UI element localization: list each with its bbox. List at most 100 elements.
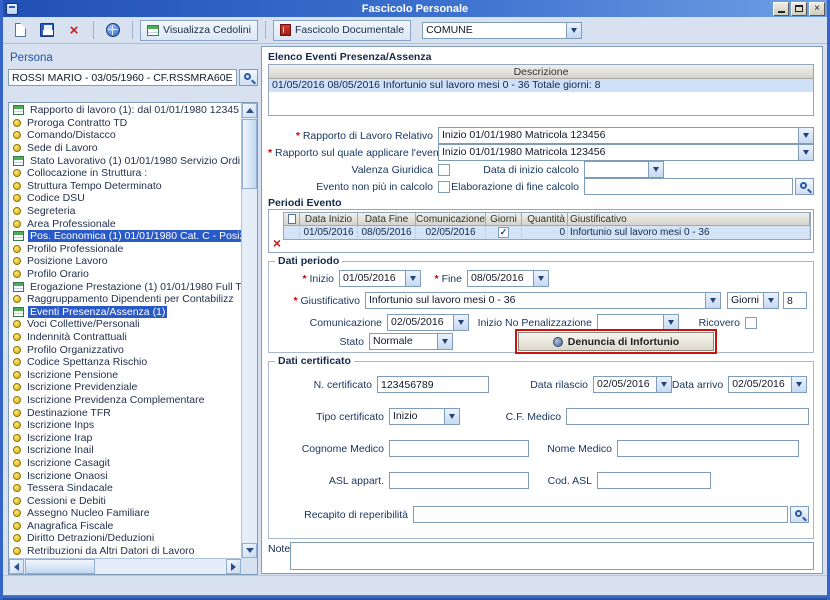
- n-certificato-input[interactable]: [377, 376, 489, 393]
- chevron-down-icon[interactable]: [533, 271, 548, 286]
- col-data-fine[interactable]: Data Fine: [358, 213, 416, 226]
- chevron-down-icon[interactable]: [663, 315, 678, 330]
- tree-item[interactable]: Area Professionale: [13, 217, 241, 230]
- tree-item[interactable]: Iscrizione Previdenziale: [13, 381, 241, 394]
- tree-item[interactable]: Cessioni e Debiti: [13, 494, 241, 507]
- chevron-down-icon[interactable]: [453, 315, 468, 330]
- giorni-checkbox[interactable]: ✓: [498, 227, 509, 238]
- chevron-down-icon[interactable]: [705, 293, 720, 308]
- tree-item[interactable]: Diritto Detrazioni/Deduzioni: [13, 532, 241, 545]
- evento-list-row[interactable]: 01/05/2016 08/05/2016 Infortunio sul lav…: [269, 79, 813, 92]
- rapporto-relativo-combobox[interactable]: Inizio 01/01/1980 Matricola 123456: [438, 127, 814, 144]
- col-comunicazione[interactable]: Comunicazione: [416, 213, 486, 226]
- stato-combobox[interactable]: Normale: [369, 333, 453, 350]
- tree-item[interactable]: Iscrizione Inail: [13, 444, 241, 457]
- tree-item[interactable]: Erogazione Prestazione (1) 01/01/1980 Fu…: [13, 280, 241, 293]
- comunicazione-combobox[interactable]: 02/05/2016: [387, 314, 469, 331]
- tree-item[interactable]: Iscrizione Inps: [13, 419, 241, 432]
- tree-item[interactable]: Collocazione in Struttura :: [13, 167, 241, 180]
- tree-item[interactable]: Raggruppamento Dipendenti per Contabiliz…: [13, 293, 241, 306]
- close-button[interactable]: ×: [809, 2, 825, 16]
- delete-periodo-button[interactable]: ×: [270, 235, 284, 251]
- data-inizio-calcolo-combobox[interactable]: [584, 161, 664, 178]
- new-button[interactable]: [8, 19, 32, 41]
- data-rilascio-combobox[interactable]: 02/05/2016: [593, 376, 672, 393]
- tree-item[interactable]: Destinazione TFR: [13, 406, 241, 419]
- tree-item[interactable]: Anagrafica Fiscale: [13, 520, 241, 533]
- tree-item[interactable]: Indennità Contrattuali: [13, 331, 241, 344]
- persona-input[interactable]: [8, 69, 237, 86]
- data-arrivo-combobox[interactable]: 02/05/2016: [728, 376, 807, 393]
- maximize-button[interactable]: [791, 2, 807, 16]
- tree-horizontal-scrollbar[interactable]: [9, 558, 241, 574]
- tree-item[interactable]: Comando/Distacco: [13, 129, 241, 142]
- vertical-scroll-thumb[interactable]: [242, 119, 257, 189]
- tree-item[interactable]: Profilo Organizzativo: [13, 343, 241, 356]
- horizontal-scroll-thumb[interactable]: [25, 559, 95, 574]
- cognome-medico-input[interactable]: [389, 440, 529, 457]
- tree-item[interactable]: Rapporto di lavoro (1): dal 01/01/1980 1…: [13, 104, 241, 117]
- tree-item[interactable]: Posizione Lavoro: [13, 255, 241, 268]
- col-giorni[interactable]: Giorni: [486, 213, 522, 226]
- tree-item[interactable]: Segreteria: [13, 205, 241, 218]
- comune-combobox[interactable]: COMUNE: [422, 22, 582, 39]
- tree-item[interactable]: Tessera Sindacale: [13, 482, 241, 495]
- tree-item[interactable]: Retribuzioni da Altri Datori di Lavoro: [13, 545, 241, 558]
- refresh-button[interactable]: [101, 19, 125, 41]
- descrizione-header[interactable]: Descrizione: [269, 65, 813, 79]
- scroll-down-button[interactable]: [242, 543, 257, 558]
- tree-item[interactable]: Codice DSU: [13, 192, 241, 205]
- col-data-inizio[interactable]: Data Inizio: [300, 213, 358, 226]
- chevron-down-icon[interactable]: [798, 128, 813, 143]
- chevron-down-icon[interactable]: [648, 162, 663, 177]
- tree-item[interactable]: Iscrizione Previdenza Complementare: [13, 394, 241, 407]
- denuncia-infortunio-button[interactable]: Denuncia di Infortunio: [518, 332, 714, 351]
- inizio-combobox[interactable]: 01/05/2016: [339, 270, 421, 287]
- persona-search-button[interactable]: [239, 69, 258, 86]
- scroll-right-button[interactable]: [226, 559, 241, 574]
- scroll-up-button[interactable]: [242, 103, 257, 118]
- tree-vertical-scrollbar[interactable]: [241, 103, 257, 558]
- tree-item[interactable]: Eventi Presenza/Assenza (1): [13, 306, 241, 319]
- rapporto-applicare-combobox[interactable]: Inizio 01/01/1980 Matricola 123456: [438, 144, 814, 161]
- tree-item[interactable]: Iscrizione Pensione: [13, 368, 241, 381]
- chevron-down-icon[interactable]: [566, 23, 581, 38]
- fascicolo-documentale-button[interactable]: Fascicolo Documentale: [273, 20, 411, 41]
- unita-combobox[interactable]: Giorni: [727, 292, 779, 309]
- ricovero-checkbox[interactable]: [745, 317, 757, 329]
- tree-item[interactable]: Stato Lavorativo (1) 01/01/1980 Servizio…: [13, 154, 241, 167]
- chevron-down-icon[interactable]: [763, 293, 778, 308]
- chevron-down-icon[interactable]: [405, 271, 420, 286]
- valenza-giuridica-checkbox[interactable]: [438, 164, 450, 176]
- visualizza-cedolini-button[interactable]: Visualizza Cedolini: [140, 20, 258, 41]
- delete-button[interactable]: ×: [62, 19, 86, 41]
- quantita-input[interactable]: [783, 292, 807, 309]
- tree-item[interactable]: Codice Spettanza Rischio: [13, 356, 241, 369]
- tree-item[interactable]: Assegno Nucleo Familiare: [13, 507, 241, 520]
- cod-asl-input[interactable]: [597, 472, 711, 489]
- chevron-down-icon[interactable]: [791, 377, 806, 392]
- col-quantita[interactable]: Quantità: [522, 213, 568, 226]
- asl-appart-input[interactable]: [389, 472, 529, 489]
- tree-item[interactable]: Struttura Tempo Determinato: [13, 180, 241, 193]
- tree-item[interactable]: Iscrizione Onaosi: [13, 469, 241, 482]
- save-button[interactable]: [35, 19, 59, 41]
- giustificativo-combobox[interactable]: Infortunio sul lavoro mesi 0 - 36: [365, 292, 721, 309]
- minimize-button[interactable]: [773, 2, 789, 16]
- scroll-left-button[interactable]: [9, 559, 24, 574]
- chevron-down-icon[interactable]: [656, 377, 671, 392]
- tree-item[interactable]: Iscrizione Casagit: [13, 457, 241, 470]
- chevron-down-icon[interactable]: [798, 145, 813, 160]
- tree-item[interactable]: Profilo Orario: [13, 268, 241, 281]
- tree-item[interactable]: Sede di Lavoro: [13, 142, 241, 155]
- evento-non-piu-checkbox[interactable]: [438, 181, 450, 193]
- chevron-down-icon[interactable]: [437, 334, 452, 349]
- tree-item[interactable]: Voci Collettive/Personali: [13, 318, 241, 331]
- elaborazione-fine-search-button[interactable]: [795, 178, 814, 195]
- row-selector-header[interactable]: [284, 213, 300, 226]
- cf-medico-input[interactable]: [566, 408, 809, 425]
- tree-item[interactable]: Pos. Economica (1) 01/01/1980 Cat. C - P…: [13, 230, 241, 243]
- fine-combobox[interactable]: 08/05/2016: [467, 270, 549, 287]
- tree-item[interactable]: Iscrizione Irap: [13, 431, 241, 444]
- elaborazione-fine-input[interactable]: [584, 178, 793, 195]
